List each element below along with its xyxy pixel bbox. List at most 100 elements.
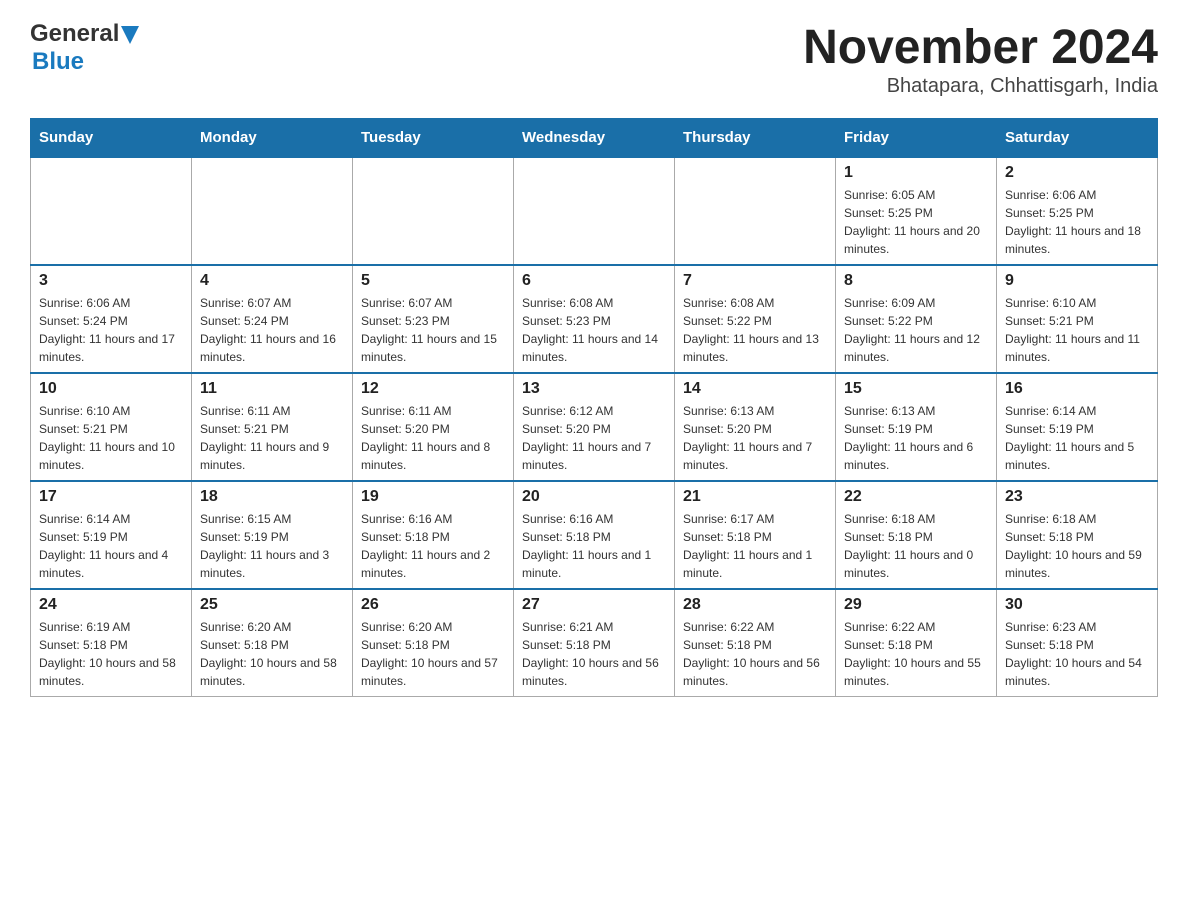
column-header-wednesday: Wednesday <box>514 119 675 158</box>
day-info: Sunrise: 6:06 AM Sunset: 5:24 PM Dayligh… <box>39 294 183 366</box>
calendar-cell: 23Sunrise: 6:18 AM Sunset: 5:18 PM Dayli… <box>997 481 1158 589</box>
location: Bhatapara, Chhattisgarh, India <box>803 75 1158 98</box>
day-info: Sunrise: 6:10 AM Sunset: 5:21 PM Dayligh… <box>39 402 183 474</box>
calendar-cell: 21 Sunrise: 6:17 AM Sunset: 5:18 PM Dayli… <box>675 481 836 589</box>
day-info: Sunrise: 6:06 AM Sunset: 5:25 PM Dayligh… <box>1005 186 1149 258</box>
day-number: 30 <box>1005 596 1149 614</box>
calendar-cell: 9 Sunrise: 6:10 AM Sunset: 5:21 PM Daylig… <box>997 265 1158 373</box>
day-number: 6 <box>522 272 666 290</box>
calendar-cell <box>353 157 514 265</box>
day-info: Sunrise: 6:07 AM Sunset: 5:23 PM Dayligh… <box>361 294 505 366</box>
day-number: 26 <box>361 596 505 614</box>
day-header-row: SundayMondayTuesdayWednesdayThursdayFrid… <box>31 119 1158 158</box>
column-header-monday: Monday <box>192 119 353 158</box>
day-number: 10 <box>39 380 183 398</box>
day-number: 21 <box>683 488 827 506</box>
day-number: 8 <box>844 272 988 290</box>
day-number: 18 <box>200 488 344 506</box>
day-info: Sunrise: 6:08 AM Sunset: 5:23 PM Dayligh… <box>522 294 666 366</box>
calendar-cell: 26Sunrise: 6:20 AM Sunset: 5:18 PM Dayli… <box>353 589 514 697</box>
title-block: November 2024 Bhatapara, Chhattisgarh, I… <box>803 20 1158 98</box>
day-info: Sunrise: 6:22 AM Sunset: 5:18 PM Dayligh… <box>683 618 827 690</box>
calendar-cell: 5 Sunrise: 6:07 AM Sunset: 5:23 PM Daylig… <box>353 265 514 373</box>
day-info: Sunrise: 6:22 AM Sunset: 5:18 PM Dayligh… <box>844 618 988 690</box>
calendar-cell: 13 Sunrise: 6:12 AM Sunset: 5:20 PM Dayli… <box>514 373 675 481</box>
column-header-friday: Friday <box>836 119 997 158</box>
calendar-cell: 6 Sunrise: 6:08 AM Sunset: 5:23 PM Daylig… <box>514 265 675 373</box>
calendar-cell: 19 Sunrise: 6:16 AM Sunset: 5:18 PM Dayli… <box>353 481 514 589</box>
month-title: November 2024 <box>803 20 1158 75</box>
day-number: 2 <box>1005 164 1149 182</box>
day-number: 4 <box>200 272 344 290</box>
calendar-cell <box>192 157 353 265</box>
calendar-cell: 30 Sunrise: 6:23 AM Sunset: 5:18 PM Dayli… <box>997 589 1158 697</box>
calendar-cell: 25Sunrise: 6:20 AM Sunset: 5:18 PM Dayli… <box>192 589 353 697</box>
calendar-cell: 8 Sunrise: 6:09 AM Sunset: 5:22 PM Daylig… <box>836 265 997 373</box>
day-number: 20 <box>522 488 666 506</box>
calendar-cell: 10 Sunrise: 6:10 AM Sunset: 5:21 PM Dayli… <box>31 373 192 481</box>
logo-blue-text: Blue <box>32 48 84 76</box>
calendar-cell: 27 Sunrise: 6:21 AM Sunset: 5:18 PM Dayli… <box>514 589 675 697</box>
calendar-cell: 2 Sunrise: 6:06 AM Sunset: 5:25 PM Daylig… <box>997 157 1158 265</box>
calendar-cell <box>514 157 675 265</box>
day-number: 7 <box>683 272 827 290</box>
week-row-4: 17 Sunrise: 6:14 AM Sunset: 5:19 PM Dayli… <box>31 481 1158 589</box>
calendar-cell: 12 Sunrise: 6:11 AM Sunset: 5:20 PM Dayli… <box>353 373 514 481</box>
logo-triangle-icon <box>121 26 139 44</box>
day-info: Sunrise: 6:10 AM Sunset: 5:21 PM Dayligh… <box>1005 294 1149 366</box>
day-number: 22 <box>844 488 988 506</box>
day-number: 25 <box>200 596 344 614</box>
day-info: Sunrise: 6:11 AM Sunset: 5:21 PM Dayligh… <box>200 402 344 474</box>
week-row-1: 1Sunrise: 6:05 AM Sunset: 5:25 PM Daylig… <box>31 157 1158 265</box>
column-header-thursday: Thursday <box>675 119 836 158</box>
calendar-cell <box>675 157 836 265</box>
day-number: 14 <box>683 380 827 398</box>
calendar-cell <box>31 157 192 265</box>
day-info: Sunrise: 6:14 AM Sunset: 5:19 PM Dayligh… <box>1005 402 1149 474</box>
day-info: Sunrise: 6:16 AM Sunset: 5:18 PM Dayligh… <box>522 510 666 582</box>
day-info: Sunrise: 6:05 AM Sunset: 5:25 PM Dayligh… <box>844 186 988 258</box>
day-info: Sunrise: 6:14 AM Sunset: 5:19 PM Dayligh… <box>39 510 183 582</box>
day-number: 12 <box>361 380 505 398</box>
day-info: Sunrise: 6:08 AM Sunset: 5:22 PM Dayligh… <box>683 294 827 366</box>
day-info: Sunrise: 6:17 AM Sunset: 5:18 PM Dayligh… <box>683 510 827 582</box>
calendar-cell: 11 Sunrise: 6:11 AM Sunset: 5:21 PM Dayli… <box>192 373 353 481</box>
day-info: Sunrise: 6:11 AM Sunset: 5:20 PM Dayligh… <box>361 402 505 474</box>
day-number: 28 <box>683 596 827 614</box>
day-number: 15 <box>844 380 988 398</box>
day-info: Sunrise: 6:23 AM Sunset: 5:18 PM Dayligh… <box>1005 618 1149 690</box>
calendar-cell: 1Sunrise: 6:05 AM Sunset: 5:25 PM Daylig… <box>836 157 997 265</box>
calendar-cell: 20 Sunrise: 6:16 AM Sunset: 5:18 PM Dayli… <box>514 481 675 589</box>
logo: General Blue <box>30 20 139 76</box>
day-number: 13 <box>522 380 666 398</box>
calendar-cell: 24 Sunrise: 6:19 AM Sunset: 5:18 PM Dayli… <box>31 589 192 697</box>
week-row-5: 24 Sunrise: 6:19 AM Sunset: 5:18 PM Dayli… <box>31 589 1158 697</box>
calendar-cell: 28 Sunrise: 6:22 AM Sunset: 5:18 PM Dayli… <box>675 589 836 697</box>
week-row-2: 3Sunrise: 6:06 AM Sunset: 5:24 PM Daylig… <box>31 265 1158 373</box>
day-number: 5 <box>361 272 505 290</box>
day-number: 16 <box>1005 380 1149 398</box>
week-row-3: 10 Sunrise: 6:10 AM Sunset: 5:21 PM Dayli… <box>31 373 1158 481</box>
calendar-table: SundayMondayTuesdayWednesdayThursdayFrid… <box>30 118 1158 697</box>
day-info: Sunrise: 6:09 AM Sunset: 5:22 PM Dayligh… <box>844 294 988 366</box>
calendar-cell: 4Sunrise: 6:07 AM Sunset: 5:24 PM Daylig… <box>192 265 353 373</box>
calendar-cell: 17 Sunrise: 6:14 AM Sunset: 5:19 PM Dayli… <box>31 481 192 589</box>
day-info: Sunrise: 6:18 AM Sunset: 5:18 PM Dayligh… <box>844 510 988 582</box>
day-number: 17 <box>39 488 183 506</box>
day-number: 19 <box>361 488 505 506</box>
day-number: 11 <box>200 380 344 398</box>
calendar-cell: 14Sunrise: 6:13 AM Sunset: 5:20 PM Dayli… <box>675 373 836 481</box>
day-info: Sunrise: 6:13 AM Sunset: 5:19 PM Dayligh… <box>844 402 988 474</box>
day-info: Sunrise: 6:16 AM Sunset: 5:18 PM Dayligh… <box>361 510 505 582</box>
day-info: Sunrise: 6:19 AM Sunset: 5:18 PM Dayligh… <box>39 618 183 690</box>
calendar-cell: 7 Sunrise: 6:08 AM Sunset: 5:22 PM Daylig… <box>675 265 836 373</box>
day-info: Sunrise: 6:15 AM Sunset: 5:19 PM Dayligh… <box>200 510 344 582</box>
logo-general-text: General <box>30 20 119 48</box>
day-number: 24 <box>39 596 183 614</box>
calendar-cell: 3Sunrise: 6:06 AM Sunset: 5:24 PM Daylig… <box>31 265 192 373</box>
day-number: 27 <box>522 596 666 614</box>
day-info: Sunrise: 6:12 AM Sunset: 5:20 PM Dayligh… <box>522 402 666 474</box>
day-number: 9 <box>1005 272 1149 290</box>
day-info: Sunrise: 6:21 AM Sunset: 5:18 PM Dayligh… <box>522 618 666 690</box>
column-header-tuesday: Tuesday <box>353 119 514 158</box>
